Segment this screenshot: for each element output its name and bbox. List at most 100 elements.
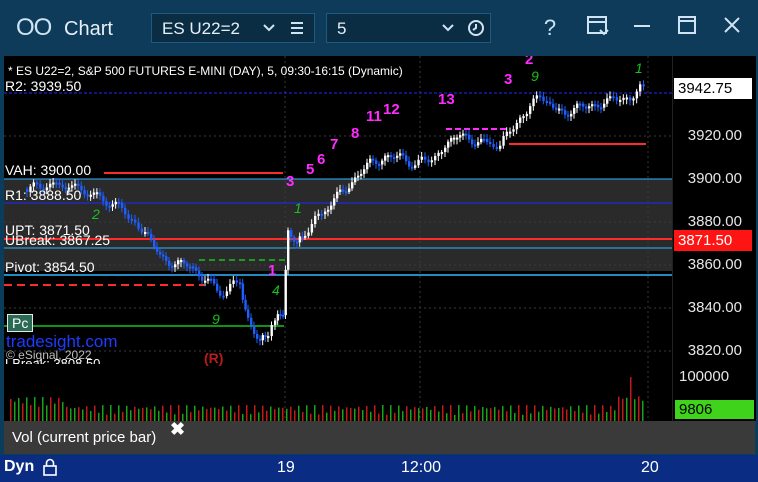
candle-body bbox=[195, 267, 198, 271]
symbol-selector[interactable]: ES U22=2 bbox=[151, 13, 315, 43]
candle-body bbox=[629, 97, 632, 101]
volume-bar bbox=[122, 411, 124, 421]
pc-badge[interactable]: Pc bbox=[7, 314, 34, 332]
volume-bar bbox=[546, 410, 548, 421]
candle-body bbox=[124, 207, 127, 215]
candle-body bbox=[635, 91, 639, 99]
volume-axis: 100000 9806 bbox=[672, 366, 756, 421]
candle-body bbox=[492, 144, 495, 147]
candle-body bbox=[424, 156, 427, 160]
chevron-down-icon[interactable] bbox=[262, 18, 276, 42]
candle-body bbox=[147, 231, 150, 234]
candle-body bbox=[440, 152, 444, 155]
volume-bar bbox=[554, 408, 556, 421]
price-tick: 3840.00 bbox=[687, 299, 742, 316]
sequence-count-green: 9 bbox=[531, 68, 539, 84]
volume-bar bbox=[258, 412, 260, 421]
candle-body bbox=[447, 141, 450, 148]
volume-bar bbox=[238, 405, 240, 421]
help-icon[interactable]: ? bbox=[536, 14, 564, 42]
candle-body bbox=[622, 97, 625, 100]
candle-body bbox=[177, 260, 180, 265]
volume-bar bbox=[374, 405, 376, 421]
maximize-icon[interactable] bbox=[673, 14, 701, 42]
layout-menu-icon[interactable] bbox=[584, 14, 612, 42]
volume-bar bbox=[406, 406, 408, 421]
candle-body bbox=[301, 236, 304, 239]
minimize-icon[interactable] bbox=[628, 14, 656, 42]
volume-bar bbox=[218, 409, 220, 421]
close-study-icon[interactable]: ✖ bbox=[170, 419, 185, 440]
volume-bar bbox=[550, 406, 552, 421]
volume-bar bbox=[506, 411, 508, 421]
sequence-count-magenta: 12 bbox=[383, 101, 400, 118]
volume-bar bbox=[130, 410, 132, 421]
volume-panel[interactable]: 100000 9806 bbox=[4, 366, 756, 421]
volume-bar bbox=[490, 408, 492, 421]
candle-body bbox=[585, 106, 588, 109]
sequence-count-magenta: 7 bbox=[330, 136, 338, 153]
volume-bar bbox=[390, 405, 392, 421]
candle-body bbox=[483, 138, 486, 141]
clock-icon[interactable] bbox=[467, 18, 485, 42]
candle-body bbox=[253, 325, 256, 334]
chart-header: * ES U22=2, S&P 500 FUTURES E-MINI (DAY)… bbox=[8, 64, 403, 78]
chart-app-icon: OO bbox=[16, 14, 52, 41]
lbreak-label: LBreak: 3808.50 bbox=[5, 356, 101, 364]
volume-bar bbox=[530, 413, 532, 421]
candle-body bbox=[207, 278, 210, 281]
sequence-count-magenta: 2 bbox=[525, 56, 533, 68]
candle-body bbox=[579, 103, 582, 106]
list-menu-icon[interactable] bbox=[289, 18, 305, 42]
candle-body bbox=[320, 213, 324, 216]
candle-body bbox=[165, 256, 168, 261]
candle-body bbox=[241, 283, 245, 300]
volume-bar bbox=[110, 405, 112, 421]
close-window-icon[interactable] bbox=[718, 14, 746, 42]
candle-body bbox=[55, 182, 58, 185]
candle-body bbox=[58, 182, 61, 185]
chevron-down-icon[interactable] bbox=[441, 18, 455, 42]
volume-bar bbox=[82, 409, 84, 421]
volume-bar bbox=[334, 410, 336, 421]
price-tick: 3920.00 bbox=[687, 127, 742, 144]
volume-bar bbox=[54, 403, 56, 421]
r2-label: R2: 3939.50 bbox=[5, 78, 82, 94]
candle-body bbox=[232, 280, 235, 284]
interval-selector[interactable]: 5 bbox=[326, 13, 491, 43]
candle-body bbox=[549, 101, 552, 104]
candle-body bbox=[256, 333, 259, 339]
dyn-mode-label[interactable]: Dyn bbox=[4, 458, 34, 476]
volume-bar bbox=[142, 407, 144, 421]
candle-body bbox=[522, 116, 525, 119]
volume-bars bbox=[10, 366, 649, 421]
sequence-count-green: 2 bbox=[91, 206, 100, 222]
candle-body bbox=[171, 265, 174, 268]
volume-bar bbox=[138, 408, 140, 421]
lock-icon[interactable] bbox=[42, 458, 58, 476]
volume-bar bbox=[50, 397, 52, 421]
candle-body bbox=[156, 247, 159, 252]
candle-body bbox=[89, 194, 93, 197]
sequence-count-magenta: 3 bbox=[286, 173, 294, 190]
candle-body bbox=[552, 103, 555, 108]
volume-bar bbox=[566, 409, 568, 421]
candle-body bbox=[333, 198, 336, 206]
volume-value-tag: 9806 bbox=[675, 400, 754, 419]
volume-bar bbox=[378, 413, 380, 421]
candle-body bbox=[314, 215, 317, 225]
volume-bar bbox=[438, 411, 440, 421]
volume-bar bbox=[626, 397, 628, 421]
candle-body bbox=[369, 158, 372, 163]
candle-body bbox=[474, 144, 477, 147]
candle-body bbox=[35, 182, 39, 185]
time-axis-bar[interactable]: Dyn 19 12:00 20 bbox=[0, 455, 758, 482]
volume-bar bbox=[634, 399, 636, 421]
volume-bar bbox=[534, 405, 536, 421]
volume-study-label[interactable]: Vol (current price bar) bbox=[12, 429, 156, 446]
candle-body bbox=[339, 189, 342, 192]
volume-bar bbox=[410, 409, 412, 421]
candle-body bbox=[594, 104, 597, 107]
volume-bar bbox=[498, 409, 500, 421]
candle-body bbox=[639, 84, 642, 92]
